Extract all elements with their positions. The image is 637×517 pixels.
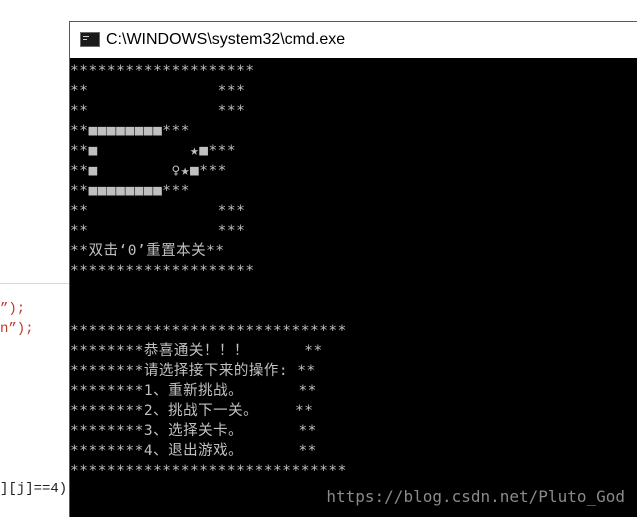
console-line: **双击‘0’重置本关** [70,243,225,259]
cmd-window[interactable]: C:\WINDOWS\system32\cmd.exe ************… [69,21,637,517]
divider [0,283,70,284]
console-line: **■ ★■*** [70,143,237,159]
console-line: ********3、选择关卡。 ** [70,423,317,439]
console-line: ****************************** [70,323,347,339]
console-line: ** *** [70,103,246,119]
console-line: **■ ♀★■*** [70,163,227,179]
console-line: ******************** [70,63,255,79]
console-line: ********2、挑战下一关。 ** [70,403,314,419]
code-line: n”); [0,321,34,337]
cmd-icon[interactable] [80,32,100,47]
console-line: ** *** [70,83,246,99]
console-line: ******************** [70,263,255,279]
code-line: ”); [0,301,26,317]
console-line: ** *** [70,203,246,219]
code-line: ][j]==4) [0,481,68,497]
console-line: ****************************** [70,463,347,479]
console-output[interactable]: ******************** ** *** ** *** **■■■■■■… [70,58,637,517]
console-line: ********恭喜通关！！！ ** [70,343,323,359]
background-editor: ”); n”); ][j]==4) [0,0,70,516]
window-title: C:\WINDOWS\system32\cmd.exe [106,31,346,48]
console-line: ********1、重新挑战。 ** [70,383,317,399]
console-line: ********4、退出游戏。 ** [70,443,317,459]
title-bar[interactable]: C:\WINDOWS\system32\cmd.exe [70,22,637,58]
console-line: **■■■■■■■■*** [70,123,190,139]
console-line: ** *** [70,223,246,239]
console-line: **■■■■■■■■*** [70,183,190,199]
watermark: https://blog.csdn.net/Pluto_God [326,487,625,506]
console-line: ********请选择接下来的操作: ** [70,363,316,379]
